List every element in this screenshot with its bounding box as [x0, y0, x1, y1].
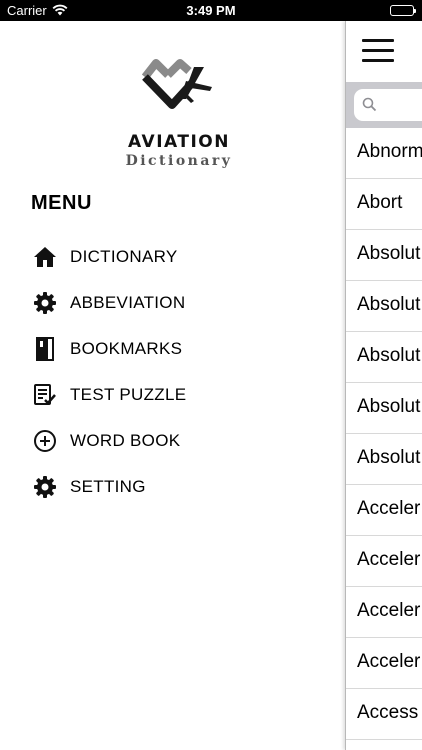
plus-circle-icon	[31, 427, 59, 455]
hamburger-icon	[362, 39, 394, 42]
menu-item-dictionary[interactable]: DICTIONARY	[31, 234, 311, 280]
logo-subtitle: Dictionary	[125, 153, 233, 169]
book-icon	[31, 335, 59, 363]
list-item[interactable]: Acceler	[346, 536, 422, 587]
menu-item-label: BOOKMARKS	[70, 339, 183, 358]
menu-list: DICTIONARY ABBEVIATION BOOKMARKS TEST PU…	[31, 234, 311, 510]
menu-item-label: WORD BOOK	[70, 431, 181, 450]
list-item[interactable]: Absolut	[346, 383, 422, 434]
menu-toggle-button[interactable]	[362, 39, 394, 63]
list-item[interactable]: Access	[346, 689, 422, 740]
checklist-icon	[31, 381, 59, 409]
gear-icon	[31, 473, 59, 501]
list-item[interactable]: Acceler	[346, 485, 422, 536]
menu-title: MENU	[31, 192, 92, 214]
search-icon	[362, 97, 377, 117]
gear-icon	[31, 289, 59, 317]
menu-item-setting[interactable]: SETTING	[31, 464, 311, 510]
battery-icon	[390, 5, 416, 16]
list-item[interactable]: Absolut	[346, 332, 422, 383]
heart-plane-logo-icon	[142, 59, 212, 109]
list-item[interactable]: Abort	[346, 179, 422, 230]
logo-title: AVIATION	[128, 132, 230, 152]
menu-item-label: DICTIONARY	[70, 247, 178, 266]
word-list: Abnorm Abort Absolut Absolut Absolut Abs…	[346, 128, 422, 740]
clock: 3:49 PM	[186, 3, 236, 18]
list-item[interactable]: Acceler	[346, 638, 422, 689]
menu-item-bookmarks[interactable]: BOOKMARKS	[31, 326, 311, 372]
search-input[interactable]	[354, 89, 422, 121]
list-item[interactable]: Absolut	[346, 230, 422, 281]
list-item[interactable]: Acceler	[346, 587, 422, 638]
menu-item-label: SETTING	[70, 477, 146, 496]
home-icon	[31, 243, 59, 271]
list-item[interactable]: Absolut	[346, 281, 422, 332]
list-item[interactable]: Abnorm	[346, 128, 422, 179]
menu-item-label: ABBEVIATION	[70, 293, 186, 312]
side-drawer: AVIATION Dictionary MENU DICTIONARY ABBE…	[0, 21, 345, 750]
menu-item-test-puzzle[interactable]: TEST PUZZLE	[31, 372, 311, 418]
menu-item-label: TEST PUZZLE	[70, 385, 187, 404]
status-bar: Carrier 3:49 PM	[0, 0, 422, 21]
menu-item-word-book[interactable]: WORD BOOK	[31, 418, 311, 464]
search-bar	[346, 82, 422, 128]
menu-item-abbeviation[interactable]: ABBEVIATION	[31, 280, 311, 326]
list-item[interactable]: Absolut	[346, 434, 422, 485]
main-content-panel: Abnorm Abort Absolut Absolut Absolut Abs…	[345, 21, 422, 750]
app-logo: AVIATION Dictionary	[120, 59, 238, 175]
